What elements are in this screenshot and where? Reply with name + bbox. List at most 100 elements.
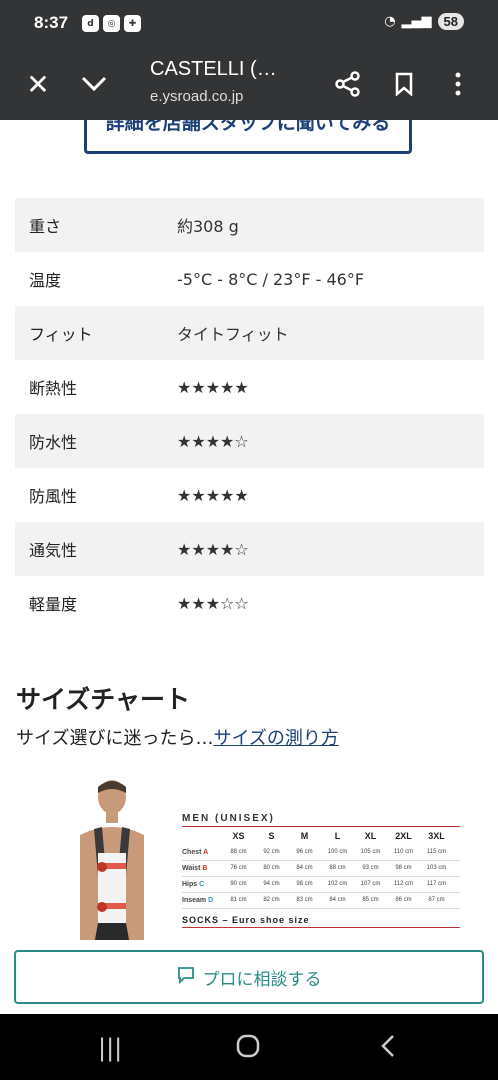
spec-row: フィット タイトフィット <box>15 306 484 360</box>
wifi-icon: ◔ <box>384 14 396 29</box>
size-row-marker: D <box>208 897 214 904</box>
size-cell: 92 cm <box>263 849 280 855</box>
spec-value: ★★★☆☆ <box>177 593 249 613</box>
spec-label: 防風性 <box>29 487 78 506</box>
size-cell: 88 cm <box>230 849 247 855</box>
size-cell: 80 cm <box>263 865 280 871</box>
size-row-label: Hips <box>182 881 198 888</box>
size-cell: 87 cm <box>428 897 445 903</box>
spec-row: 断熱性 ★★★★★ <box>15 360 484 414</box>
spec-row: 温度 -5°C - 8°C / 23°F - 46°F <box>15 252 484 306</box>
size-table-row: Inseam D 81 cm 82 cm 83 cm 84 cm 85 cm 86 cm 8… <box>182 893 460 909</box>
size-col-header: XS <box>232 831 245 841</box>
spec-value: ★★★★☆ <box>177 431 249 451</box>
spec-label: 通気性 <box>29 541 78 560</box>
size-col-header: XL <box>364 831 377 841</box>
shield-icon: ◎ <box>103 15 120 32</box>
battery-indicator: 58 <box>437 13 464 30</box>
more-menu-icon[interactable] <box>440 66 476 102</box>
size-cell: 102 cm <box>327 881 348 887</box>
size-cell: 93 cm <box>362 865 379 871</box>
size-cell: 117 cm <box>426 881 447 887</box>
consult-pro-button[interactable]: プロに相談する <box>14 950 484 1004</box>
status-bar: 8:37 d ◎ ✚ ◔ ▂▄▆ 58 <box>0 0 498 48</box>
size-table: MEN (UNISEX) XS S M L XL 2XL 3XL Chest A… <box>182 813 460 928</box>
size-cell: 83 cm <box>296 897 313 903</box>
chat-icon <box>177 966 195 989</box>
size-cell: 100 cm <box>327 849 348 855</box>
size-row-label: Chest <box>182 849 202 856</box>
home-icon[interactable] <box>236 1034 260 1064</box>
size-col-header: S <box>268 831 275 841</box>
size-cell: 90 cm <box>230 881 247 887</box>
share-icon[interactable] <box>330 66 366 102</box>
size-cell: 110 cm <box>393 849 414 855</box>
status-right: ◔ ▂▄▆ 58 <box>384 13 464 30</box>
size-cell: 85 cm <box>362 897 379 903</box>
size-cell: 112 cm <box>393 881 414 887</box>
size-table-row: Chest A 88 cm 92 cm 96 cm 100 cm 105 cm 110 c… <box>182 845 460 861</box>
size-col-header: M <box>300 831 309 841</box>
size-cell: 82 cm <box>263 897 280 903</box>
ask-store-staff-button[interactable]: 詳細を店舗スタッフに聞いてみる <box>84 120 412 154</box>
spec-row: 軽量度 ★★★☆☆ <box>15 576 484 630</box>
size-cell: 76 cm <box>230 865 247 871</box>
size-chart-heading: サイズチャート <box>16 685 191 714</box>
spec-row: 防風性 ★★★★★ <box>15 468 484 522</box>
page-url: e.ysroad.co.jp <box>150 88 244 105</box>
page-content: 詳細を店舗スタッフに聞いてみる 重さ 約308 g 温度 -5°C - 8°C / … <box>0 120 498 940</box>
size-chart-image: MEN (UNISEX) XS S M L XL 2XL 3XL Chest A… <box>40 775 470 940</box>
consult-label: プロに相談する <box>202 969 322 990</box>
size-cell: 98 cm <box>395 865 412 871</box>
socks-title: SOCKS – Euro shoe size <box>182 915 460 928</box>
back-icon[interactable] <box>380 1034 396 1064</box>
size-cell: 105 cm <box>360 849 381 855</box>
size-cell: 88 cm <box>329 865 346 871</box>
size-row-marker: A <box>203 849 209 856</box>
size-chart-subtext: サイズ選びに迷ったら…サイズの測り方 <box>16 724 339 750</box>
spec-value: ★★★★★ <box>177 485 249 505</box>
size-help-text: サイズ選びに迷ったら… <box>16 728 214 749</box>
spec-value: タイトフィット <box>177 325 289 344</box>
size-cell: 81 cm <box>230 897 247 903</box>
spec-label: フィット <box>29 325 93 344</box>
size-row-marker: B <box>202 865 208 872</box>
size-col-header: 2XL <box>395 831 412 841</box>
size-table-title: MEN (UNISEX) <box>182 813 460 827</box>
size-cell: 84 cm <box>329 897 346 903</box>
browser-toolbar: ✕ CASTELLI (… e.ysroad.co.jp <box>0 48 498 120</box>
signal-icon: ▂▄▆ <box>401 14 432 29</box>
size-table-header: XS S M L XL 2XL 3XL <box>182 827 460 845</box>
spec-label: 防水性 <box>29 433 78 452</box>
chevron-down-icon[interactable] <box>76 66 112 102</box>
spec-label: 軽量度 <box>29 595 78 614</box>
size-cell: 86 cm <box>395 897 412 903</box>
bookmark-icon[interactable] <box>386 66 422 102</box>
size-row-marker: C <box>199 881 205 888</box>
spec-value: ★★★★★ <box>177 377 249 397</box>
page-title: CASTELLI (… <box>150 58 277 80</box>
size-cell: 96 cm <box>296 849 313 855</box>
close-icon[interactable]: ✕ <box>20 66 56 102</box>
battery-level: 58 <box>443 14 458 29</box>
status-time: 8:37 <box>34 13 69 32</box>
spec-row: 防水性 ★★★★☆ <box>15 414 484 468</box>
size-measure-link[interactable]: サイズの測り方 <box>213 728 338 749</box>
spec-table: 重さ 約308 g 温度 -5°C - 8°C / 23°F - 46°F フィット… <box>15 198 484 630</box>
size-row-label: Inseam <box>182 897 207 904</box>
spec-row: 通気性 ★★★★☆ <box>15 522 484 576</box>
model-figure <box>80 780 144 940</box>
spec-label: 重さ <box>29 217 62 236</box>
game-icon: ✚ <box>124 15 141 32</box>
size-cell: 115 cm <box>426 849 447 855</box>
size-row-label: Waist <box>182 865 201 872</box>
spec-row: 重さ 約308 g <box>15 198 484 252</box>
spec-value: ★★★★☆ <box>177 539 249 559</box>
recent-apps-icon[interactable]: ||| <box>98 1034 122 1062</box>
size-table-row: Hips C 90 cm 94 cm 98 cm 102 cm 107 cm 112 cm… <box>182 877 460 893</box>
size-col-header: 3XL <box>428 831 445 841</box>
size-cell: 107 cm <box>360 881 381 887</box>
size-cell: 103 cm <box>426 865 447 871</box>
size-cell: 84 cm <box>296 865 313 871</box>
spec-label: 温度 <box>29 271 62 290</box>
